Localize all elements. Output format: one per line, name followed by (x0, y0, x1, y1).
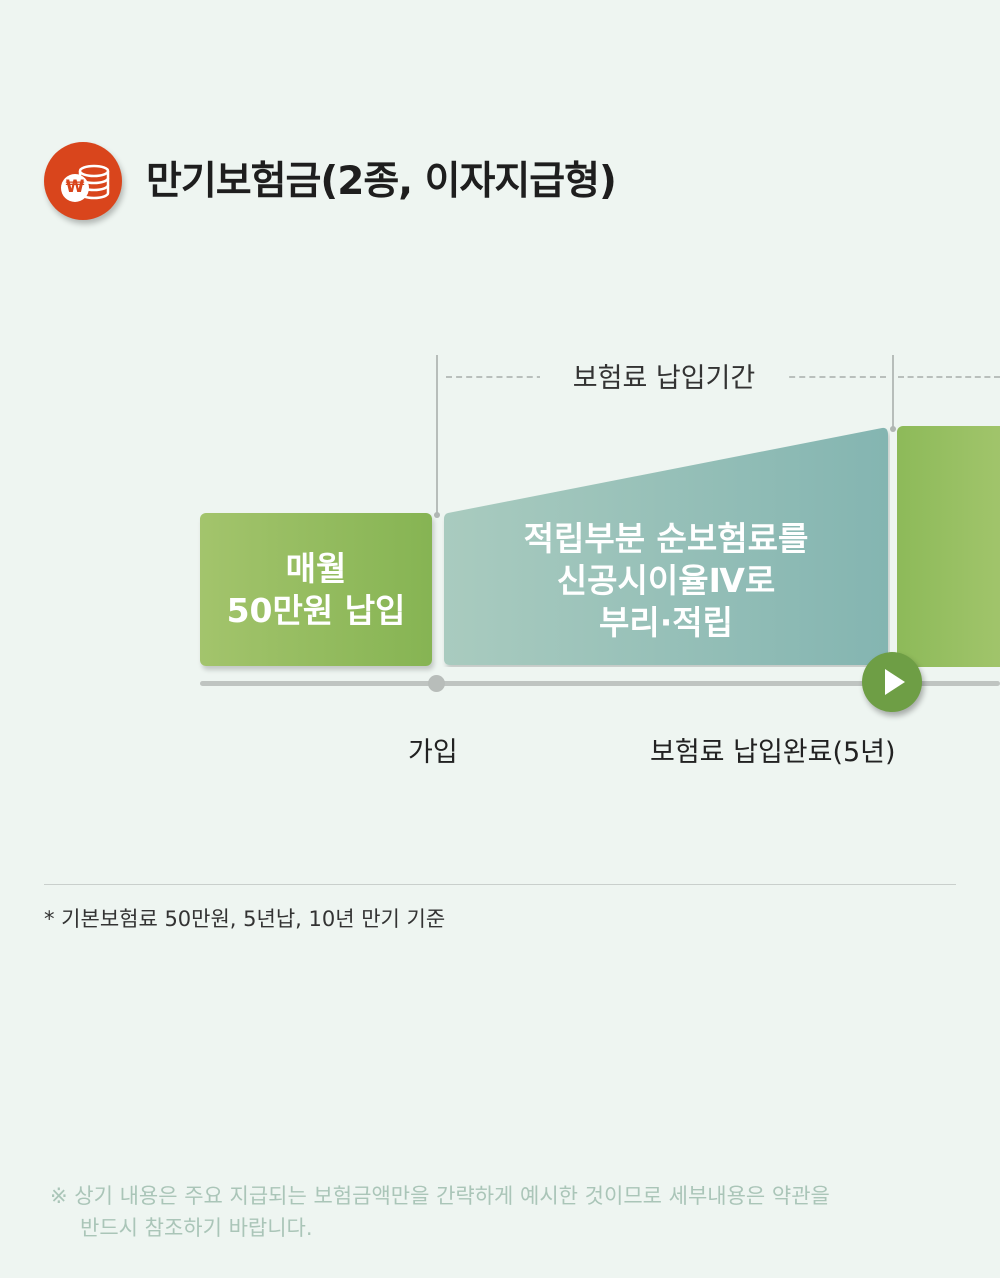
coin-badge: ₩ (44, 142, 122, 220)
start-guide-line (436, 355, 438, 515)
disclaimer-line1: ※ 상기 내용은 주요 지급되는 보험금액만을 간략하게 예시한 것이므로 세부… (50, 1184, 830, 1208)
monthly-box-line1: 매월 (285, 548, 347, 588)
accumulation-text: 적립부분 순보험료를 신공시이율Ⅳ로 부리·적립 (442, 518, 890, 644)
end-guide-dot (890, 426, 896, 432)
won-symbol: ₩ (65, 177, 85, 197)
section-title: 만기보험금(2종, 이자지급형) (146, 159, 617, 204)
monthly-box-line2: 50만원 납입 (226, 590, 406, 630)
join-label: 가입 (408, 737, 458, 768)
monthly-payment-box: 매월 50만원 납입 (200, 513, 432, 666)
end-guide-line (892, 355, 894, 429)
accum-line1: 적립부분 순보험료를 (523, 519, 809, 558)
maturity-box-partial (897, 426, 1000, 667)
divider (44, 884, 956, 885)
period-dash-line-continued (898, 376, 1000, 378)
payment-period-label: 보험료 납입기간 (540, 356, 788, 395)
payment-complete-label: 보험료 납입완료(5년) (650, 737, 896, 768)
start-guide-dot (434, 512, 440, 518)
disclaimer-line2: 반드시 참조하기 바랍니다. (80, 1216, 313, 1240)
timeline-start-dot (428, 675, 445, 692)
disclaimer: ※ 상기 내용은 주요 지급되는 보험금액만을 간략하게 예시한 것이므로 세부… (50, 1180, 960, 1244)
basis-note: * 기본보험료 50만원, 5년납, 10년 만기 기준 (44, 907, 446, 931)
accum-line3: 부리·적립 (599, 603, 733, 642)
play-icon (862, 652, 922, 712)
accum-line2: 신공시이율Ⅳ로 (556, 561, 776, 600)
